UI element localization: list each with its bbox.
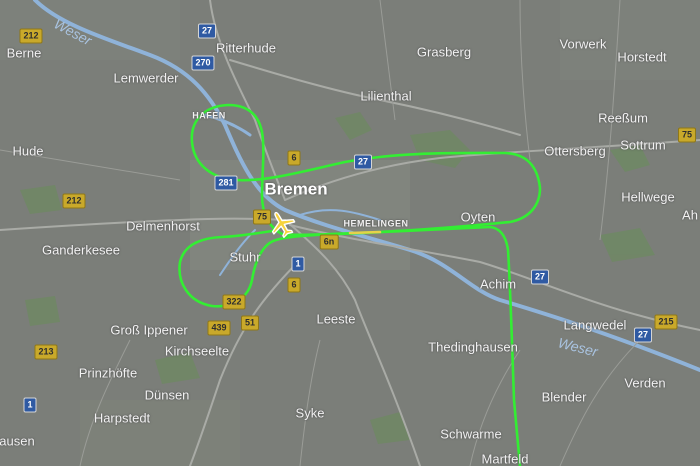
road-shield: 27 — [633, 327, 653, 343]
road-shield: 27 — [530, 269, 550, 285]
place-label-delmenhorst[interactable]: Delmenhorst — [126, 220, 200, 233]
road-shield: 322 — [222, 294, 246, 310]
road-shield: 6 — [287, 150, 301, 166]
place-label-sottrum[interactable]: Sottrum — [620, 139, 666, 152]
place-label-blender[interactable]: Blender — [542, 391, 587, 404]
place-label-harpstedt[interactable]: Harpstedt — [94, 412, 150, 425]
road-shield: 6n — [319, 234, 339, 250]
place-label-stuhr[interactable]: Stuhr — [229, 251, 260, 264]
place-label-vorwerk[interactable]: Vorwerk — [560, 38, 607, 51]
place-label-ottersberg[interactable]: Ottersberg — [544, 145, 605, 158]
place-label-berne[interactable]: Berne — [7, 47, 42, 60]
place-label-lemwerder[interactable]: Lemwerder — [113, 72, 178, 85]
map-view[interactable]: Weser Weser Bremen Berne Lemwerder Ritte… — [0, 0, 700, 466]
road-shield: 439 — [207, 320, 231, 336]
road-shield: 215 — [654, 314, 678, 330]
place-label-gross-ippener[interactable]: Groß Ippener — [110, 324, 187, 337]
road-shield: 212 — [19, 28, 43, 44]
place-label-martfeld[interactable]: Martfeld — [482, 453, 529, 466]
place-label-kirchseelte[interactable]: Kirchseelte — [165, 345, 229, 358]
place-label-hude[interactable]: Hude — [12, 145, 43, 158]
place-label-lilienthal[interactable]: Lilienthal — [360, 90, 411, 103]
road-shield: 270 — [191, 55, 215, 71]
place-label-achim[interactable]: Achim — [480, 278, 516, 291]
place-label-ah[interactable]: Ah — [682, 209, 698, 222]
place-label-ritterhude[interactable]: Ritterhude — [216, 42, 276, 55]
place-label-leeste[interactable]: Leeste — [316, 313, 355, 326]
road-shield: 75 — [677, 127, 697, 143]
place-label-syke[interactable]: Syke — [296, 407, 325, 420]
road-shield: 27 — [353, 154, 373, 170]
place-label-prinzhoefte[interactable]: Prinzhöfte — [79, 367, 138, 380]
place-label-thedinghausen[interactable]: Thedinghausen — [428, 341, 518, 354]
place-label-schwarme[interactable]: Schwarme — [440, 428, 501, 441]
road-shield: 212 — [62, 193, 86, 209]
place-label-ausen[interactable]: ausen — [0, 435, 35, 448]
road-shield: 6 — [287, 277, 301, 293]
place-label-hemelingen[interactable]: HEMELINGEN — [343, 219, 408, 229]
road-shield: 51 — [240, 315, 260, 331]
place-label-reessum[interactable]: Reeßum — [598, 112, 648, 125]
place-label-grasberg[interactable]: Grasberg — [417, 46, 471, 59]
place-label-hellwege[interactable]: Hellwege — [621, 191, 674, 204]
place-label-duensen[interactable]: Dünsen — [145, 389, 190, 402]
place-label-verden[interactable]: Verden — [624, 377, 665, 390]
flight-track-yellow-segment — [348, 230, 382, 235]
road-shield: 27 — [197, 23, 217, 39]
road-shield: 1 — [291, 256, 305, 272]
place-label-langwedel[interactable]: Langwedel — [564, 319, 627, 332]
road-shield: 1 — [23, 397, 37, 413]
place-label-bremen[interactable]: Bremen — [264, 181, 327, 198]
place-label-oyten[interactable]: Oyten — [461, 211, 496, 224]
road-shield: 213 — [34, 344, 58, 360]
map-base — [0, 0, 700, 466]
place-label-hafen[interactable]: HAFEN — [192, 111, 226, 121]
place-label-horstedt[interactable]: Horstedt — [617, 51, 666, 64]
road-shield: 281 — [214, 175, 238, 191]
place-label-ganderkesee[interactable]: Ganderkesee — [42, 244, 120, 257]
